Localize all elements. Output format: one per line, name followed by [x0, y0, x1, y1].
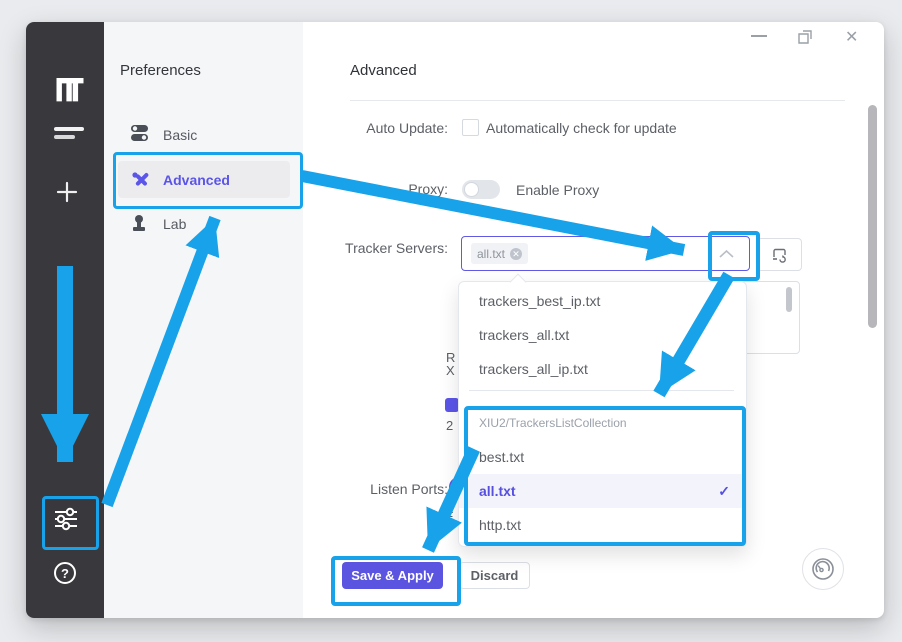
help-glyph: ?	[61, 566, 69, 581]
tracker-servers-label: Tracker Servers:	[300, 240, 448, 256]
annotation-box-collapse-arrow	[708, 231, 760, 281]
sidebar-item-lab[interactable]: Lab	[163, 216, 186, 232]
sidebar-item-basic[interactable]: Basic	[163, 127, 197, 143]
auto-update-label: Auto Update:	[300, 120, 448, 136]
annotation-box-save-apply	[331, 556, 461, 606]
add-task-icon[interactable]	[55, 180, 79, 204]
selected-tracker-tag: all.txt ✕	[471, 243, 528, 264]
preferences-panel	[104, 22, 303, 618]
maximize-restore-icon[interactable]	[797, 28, 814, 45]
page-title: Advanced	[350, 62, 417, 79]
textarea-scrollbar-thumb[interactable]	[786, 287, 792, 312]
motrix-logo	[52, 78, 88, 104]
preferences-title: Preferences	[120, 62, 201, 79]
annotation-box-xiu2-group	[464, 406, 746, 546]
dropdown-item[interactable]: trackers_all_ip.txt	[459, 352, 746, 386]
page-scrollbar-thumb[interactable]	[868, 105, 877, 328]
dropdown-divider	[469, 390, 734, 391]
lab-icon	[131, 214, 147, 233]
task-list-icon-line2	[54, 135, 75, 139]
basic-toggles-icon	[130, 122, 149, 144]
dropdown-item[interactable]: trackers_best_ip.txt	[459, 284, 746, 318]
occluded-checkbox-fragment	[445, 398, 459, 412]
occluded-text-fragment: X	[446, 363, 455, 378]
speedometer-icon	[811, 557, 835, 581]
auto-update-checkbox[interactable]	[462, 119, 479, 136]
title-divider	[350, 100, 845, 101]
proxy-toggle-label: Enable Proxy	[516, 182, 599, 198]
proxy-label: Proxy:	[300, 181, 448, 197]
occluded-text-fragment: 2	[446, 418, 453, 433]
tag-remove-icon[interactable]: ✕	[510, 248, 522, 260]
selected-tracker-tag-text: all.txt	[477, 247, 505, 261]
screenshot-stage: ✕ ? Preferences Basic Advanced Lab	[0, 0, 902, 642]
annotation-box-advanced	[113, 152, 303, 209]
minimize-icon[interactable]	[751, 35, 767, 37]
annotation-box-preferences-icon	[42, 496, 99, 550]
close-icon[interactable]: ✕	[845, 27, 858, 47]
sync-icon	[771, 247, 788, 263]
listen-ports-label: Listen Ports:	[300, 481, 448, 497]
auto-update-checkbox-label[interactable]: Automatically check for update	[486, 120, 677, 136]
discard-button[interactable]: Discard	[459, 562, 530, 589]
proxy-toggle[interactable]	[462, 180, 500, 199]
tracker-servers-select[interactable]: all.txt ✕	[461, 236, 750, 271]
speed-limit-button[interactable]	[802, 548, 844, 590]
occluded-text-fragment: E	[445, 509, 454, 524]
sync-tracker-list-button[interactable]	[756, 238, 802, 271]
proxy-toggle-knob	[464, 182, 479, 197]
task-list-icon[interactable]	[54, 127, 84, 131]
dropdown-item[interactable]: trackers_all.txt	[459, 318, 746, 352]
help-icon[interactable]: ?	[54, 562, 76, 584]
